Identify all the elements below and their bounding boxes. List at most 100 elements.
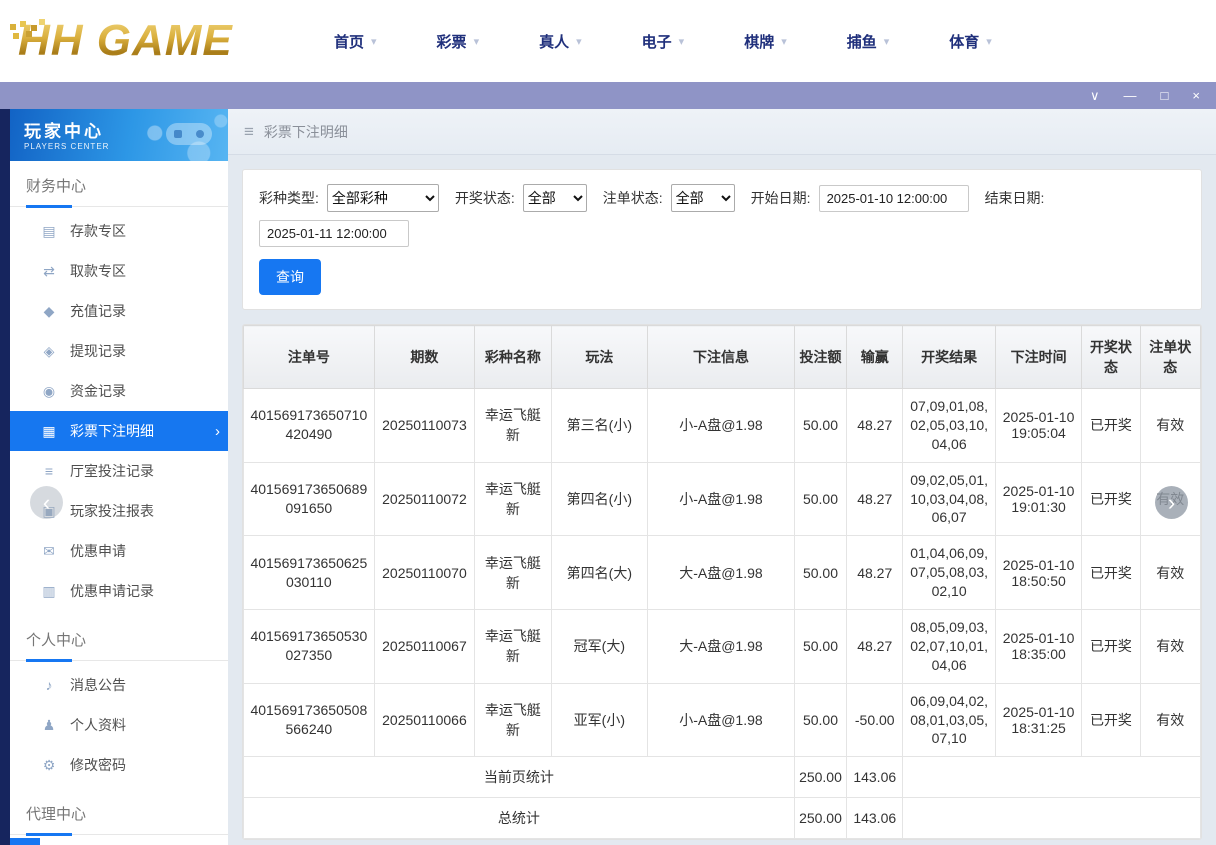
nav-item-label: 体育 [949,31,979,52]
chevron-down-icon: ▾ [474,35,480,48]
main-nav: 首页 ▾ 彩票 ▾ 真人 ▾ 电子 ▾ 棋牌 ▾ 捕鱼 ▾ [334,31,992,52]
sidebar-section-agent: 代理中心 [10,789,228,835]
window-titlebar: ∨ — □ × [0,82,1216,109]
nav-item-sports[interactable]: 体育 ▾ [949,31,992,52]
table-row: 401569173650689091650 20250110072 幸运飞艇新 … [244,462,1201,536]
col-header-order-status: 注单状态 [1140,326,1200,389]
bet-info-cell: 大-A盘@1.98 [648,536,795,610]
chevron-down-icon: ▾ [986,35,992,48]
table-header-row: 注单号 期数 彩种名称 玩法 下注信息 投注额 输赢 开奖结果 下注时间 开奖状… [244,326,1201,389]
end-date-input[interactable] [259,220,409,247]
sidebar-section-personal: 个人中心 [10,615,228,661]
result-cell: 01,04,06,09,07,05,08,03,02,10 [903,536,995,610]
total-summary-row: 总统计 250.00 143.06 [244,798,1201,839]
sidebar-item-withdraw-record[interactable]: ◈ 提现记录 [10,331,228,371]
sidebar-item-messages[interactable]: ♪ 消息公告 [10,665,228,705]
menu-icon[interactable]: ≡ [244,122,254,142]
result-cell: 06,09,04,02,08,01,03,05,07,10 [903,683,995,757]
nav-item-board-games[interactable]: 棋牌 ▾ [744,31,787,52]
scroll-left-icon: ‹ [43,492,50,514]
lottery-cell: 幸运飞艇新 [475,683,551,757]
lottery-cell: 幸运飞艇新 [475,610,551,684]
play-cell: 第四名(小) [551,462,648,536]
sidebar-item-promo-apply[interactable]: ✉ 优惠申请 [10,531,228,571]
sidebar-item-recharge-record[interactable]: ◆ 充值记录 [10,291,228,331]
brand-logo-text: HH GAME [18,16,233,65]
nav-item-fishing[interactable]: 捕鱼 ▾ [847,31,890,52]
draw-status-cell: 已开奖 [1082,389,1140,463]
period-cell: 20250110070 [374,536,475,610]
nav-item-home[interactable]: 首页 ▾ [334,31,377,52]
sidebar-item-change-password[interactable]: ⚙ 修改密码 [10,745,228,785]
lottery-cell: 幸运飞艇新 [475,536,551,610]
sidebar-item-label: 资金记录 [70,381,126,401]
withdraw-record-icon: ◈ [40,343,58,360]
breadcrumb: ≡ 彩票下注明细 [228,109,1216,155]
bet-info-cell: 小-A盘@1.98 [648,389,795,463]
sidebar-item-label: 彩票下注明细 [70,421,154,441]
result-cell: 09,02,05,01,10,03,04,08,06,07 [903,462,995,536]
page-summary-winloss: 143.06 [847,757,903,798]
nav-item-label: 捕鱼 [847,31,877,52]
filter-row: 彩种类型: 全部彩种 开奖状态: 全部 注单状态: 全部 开始日期: 结束日期: [259,184,1185,247]
draw-status-select[interactable]: 全部 [523,184,587,212]
bet-table-card: 注单号 期数 彩种名称 玩法 下注信息 投注额 输赢 开奖结果 下注时间 开奖状… [242,324,1202,840]
window-collapse-icon[interactable]: ∨ [1090,89,1100,102]
sidebar-item-profile[interactable]: ♟ 个人资料 [10,705,228,745]
order-status-select[interactable]: 全部 [671,184,735,212]
nav-item-slots[interactable]: 电子 ▾ [642,31,685,52]
draw-status-cell: 已开奖 [1082,536,1140,610]
bet-time-cell: 2025-01-10 19:01:30 [995,462,1081,536]
brand-logo[interactable]: HH GAME [0,16,300,66]
scroll-left-button[interactable]: ‹ [30,486,63,519]
chevron-down-icon: ▾ [576,35,582,48]
sidebar-item-funds-record[interactable]: ◉ 资金记录 [10,371,228,411]
sidebar-item-label: 玩家投注报表 [70,501,154,521]
order-status-cell: 有效 [1140,683,1200,757]
nav-item-lottery[interactable]: 彩票 ▾ [437,31,480,52]
order-status-label: 注单状态: [603,188,663,208]
lottery-type-select[interactable]: 全部彩种 [327,184,439,212]
nav-item-live[interactable]: 真人 ▾ [539,31,582,52]
deposit-icon: ▤ [40,223,58,240]
period-cell: 20250110067 [374,610,475,684]
page-summary-row: 当前页统计 250.00 143.06 [244,757,1201,798]
amount-cell: 50.00 [794,683,846,757]
start-date-input[interactable] [819,185,969,212]
sidebar-item-withdraw[interactable]: ⇄ 取款专区 [10,251,228,291]
end-date-label: 结束日期: [985,188,1045,208]
search-button[interactable]: 查询 [259,259,321,295]
col-header-lottery: 彩种名称 [475,326,551,389]
sidebar: 玩家中心 PLAYERS CENTER 财务中心 ▤ 存款专区 ⇄ 取款专区 ◆… [10,109,228,845]
amount-cell: 50.00 [794,536,846,610]
sidebar-item-promo-apply-record[interactable]: ▥ 优惠申请记录 [10,571,228,611]
draw-status-cell: 已开奖 [1082,462,1140,536]
draw-status-label: 开奖状态: [455,188,515,208]
window-close-icon[interactable]: × [1192,89,1200,102]
nav-item-label: 首页 [334,31,364,52]
sidebar-item-hall-bet-record[interactable]: ≡ 厅室投注记录 [10,451,228,491]
col-header-play: 玩法 [551,326,648,389]
sidebar-section-finance: 财务中心 [10,161,228,207]
bell-icon: ♪ [40,677,58,693]
bet-info-cell: 大-A盘@1.98 [648,610,795,684]
start-date-label: 开始日期: [751,188,811,208]
sidebar-item-lottery-bet-detail[interactable]: ▦ 彩票下注明细 › [10,411,228,451]
page-title: 彩票下注明细 [264,122,348,142]
chevron-down-icon: ▾ [679,35,685,48]
amount-cell: 50.00 [794,462,846,536]
sidebar-item-label: 优惠申请记录 [70,581,154,601]
sidebar-item-deposit[interactable]: ▤ 存款专区 [10,211,228,251]
play-cell: 亚军(小) [551,683,648,757]
finance-menu: ▤ 存款专区 ⇄ 取款专区 ◆ 充值记录 ◈ 提现记录 ◉ 资金记录 [10,207,228,615]
lottery-cell: 幸运飞艇新 [475,462,551,536]
bet-id-cell: 401569173650530027350 [244,610,375,684]
chevron-down-icon: ▾ [371,35,377,48]
chevron-down-icon: ▾ [781,35,787,48]
col-header-draw-status: 开奖状态 [1082,326,1140,389]
amount-cell: 50.00 [794,389,846,463]
window-minimize-icon[interactable]: — [1124,89,1137,102]
sidebar-bottom-accent [10,838,40,845]
scroll-right-button[interactable]: › [1155,486,1188,519]
window-maximize-icon[interactable]: □ [1161,89,1169,102]
